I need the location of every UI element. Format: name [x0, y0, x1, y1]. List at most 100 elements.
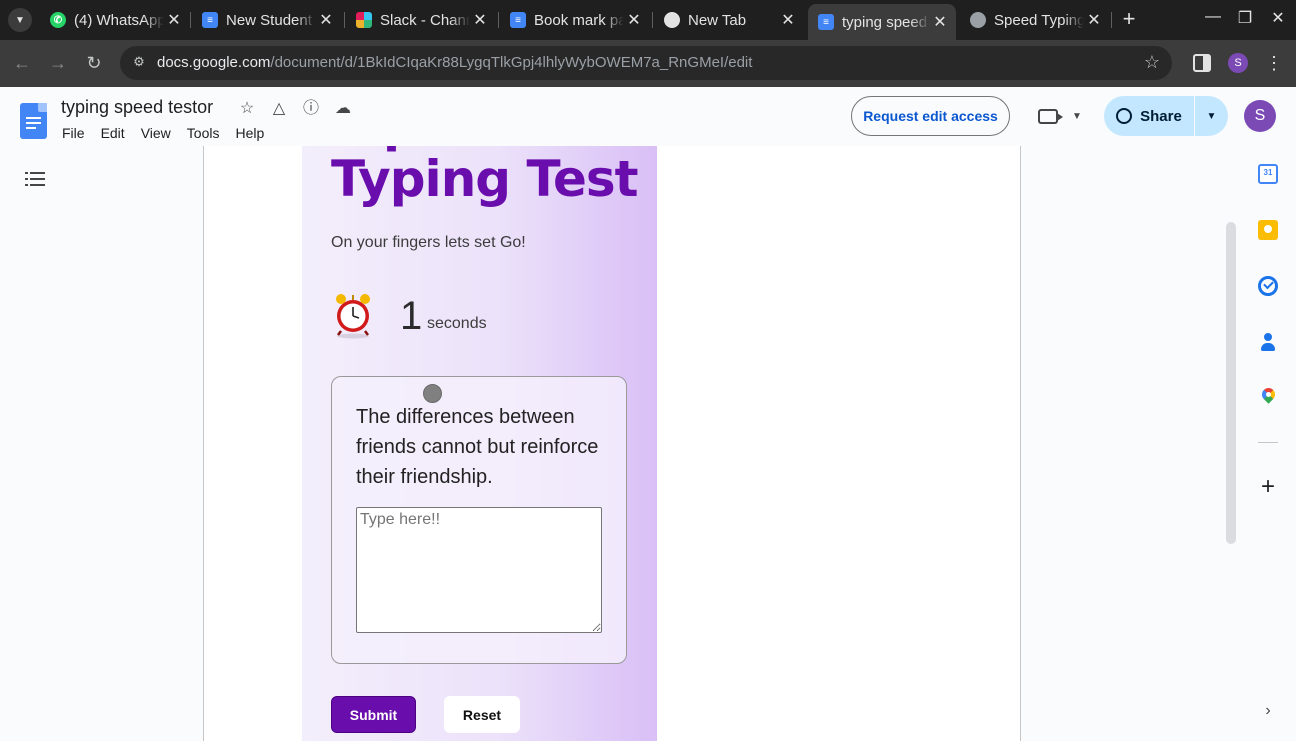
side-panel-icon[interactable]: [1193, 54, 1211, 72]
menu-file[interactable]: File: [54, 123, 93, 143]
close-icon[interactable]: ✕: [316, 10, 336, 30]
docs-icon: ≡: [510, 12, 526, 28]
forward-button[interactable]: →: [46, 51, 70, 75]
docs-logo-icon[interactable]: [20, 103, 47, 139]
cloud-status-icon[interactable]: ☁: [333, 99, 353, 119]
url-path: /document/d/1BkIdCIqaKr88LygqTlkGpj4lhly…: [270, 54, 753, 71]
tab-separator: [1111, 12, 1112, 28]
restore-icon: ❐: [1237, 10, 1253, 27]
kebab-menu-icon[interactable]: ⋮: [1264, 51, 1284, 75]
star-icon[interactable]: ☆: [237, 99, 257, 119]
timer-unit: seconds: [427, 315, 487, 332]
chrome-icon: [664, 12, 680, 28]
tab-title: typing speed testor: [842, 13, 930, 31]
quote-text: The differences between friends cannot b…: [356, 406, 599, 488]
whatsapp-icon: ✆: [50, 12, 66, 28]
tab-title: Slack - Channel: [380, 11, 470, 29]
browser-toolbar: ← → ↻ ⚙ docs.google.com/document/d/1BkId…: [0, 40, 1296, 87]
typing-input[interactable]: [356, 507, 602, 633]
timer-value: 1: [400, 294, 423, 338]
reload-icon: ↻: [86, 53, 102, 73]
close-icon[interactable]: ✕: [624, 10, 644, 30]
globe-icon: [1116, 108, 1133, 124]
tab-new-student[interactable]: ≡ New Student ✕: [192, 6, 342, 34]
tab-title: Book mark pages: [534, 11, 624, 29]
url-host: docs.google.com: [157, 54, 271, 71]
share-options-button[interactable]: ▼: [1195, 96, 1228, 136]
tab-separator: [498, 12, 499, 28]
typing-test-subtitle: On your fingers lets set Go!: [331, 234, 526, 251]
maps-icon[interactable]: [1258, 388, 1278, 408]
docs-header: typing speed testor ☆ △ ⓘ ☁ File Edit Vi…: [0, 87, 1296, 146]
tab-separator: [344, 12, 345, 28]
contacts-icon[interactable]: [1258, 332, 1278, 352]
document-outline-icon[interactable]: [25, 170, 45, 188]
bookmark-star-icon[interactable]: ☆: [1144, 52, 1160, 73]
caret-down-icon: ▼: [1206, 110, 1217, 122]
chevron-down-icon: ▼: [15, 14, 25, 26]
tab-whatsapp[interactable]: ✆ (4) WhatsApp ✕: [40, 6, 190, 34]
submit-button[interactable]: Submit: [331, 696, 416, 733]
tab-search-button[interactable]: ▼: [8, 8, 32, 32]
new-tab-button[interactable]: +: [1118, 8, 1140, 32]
minimize-icon: —: [1205, 8, 1221, 25]
minimize-button[interactable]: —: [1201, 8, 1225, 26]
close-icon[interactable]: ✕: [778, 10, 798, 30]
menu-edit[interactable]: Edit: [93, 123, 133, 143]
get-addons-plus-icon[interactable]: +: [1258, 475, 1278, 499]
tab-title: New Student: [226, 11, 312, 29]
quote-card: The differences between friends cannot b…: [331, 376, 627, 664]
close-icon[interactable]: ✕: [1084, 10, 1104, 30]
tab-separator: [652, 12, 653, 28]
typing-test-title: Typing Test: [331, 150, 639, 208]
move-to-drive-icon[interactable]: △: [269, 99, 289, 119]
side-panel-divider: [1258, 442, 1278, 443]
tasks-icon[interactable]: [1258, 276, 1278, 296]
tab-bookmark-pages[interactable]: ≡ Book mark pages ✕: [500, 6, 650, 34]
meet-button[interactable]: ▼: [1038, 104, 1088, 128]
close-window-button[interactable]: ✕: [1266, 8, 1290, 28]
share-button[interactable]: Share: [1104, 96, 1194, 136]
close-icon[interactable]: ✕: [470, 10, 490, 30]
account-avatar[interactable]: S: [1244, 100, 1276, 132]
arrow-right-icon: →: [49, 53, 67, 73]
address-bar[interactable]: ⚙ docs.google.com/document/d/1BkIdCIqaKr…: [120, 46, 1172, 80]
alarm-clock-icon: [336, 294, 370, 339]
request-edit-access-button[interactable]: Request edit access: [851, 96, 1010, 136]
details-info-icon[interactable]: ⓘ: [301, 99, 321, 119]
tab-separator: [190, 12, 191, 28]
keep-icon[interactable]: [1258, 220, 1278, 240]
tab-title: New Tab: [688, 11, 747, 29]
back-button[interactable]: ←: [10, 51, 34, 75]
close-icon[interactable]: ✕: [930, 12, 950, 32]
share-label: Share: [1140, 107, 1182, 125]
close-icon: ✕: [1271, 10, 1285, 27]
tab-new-tab[interactable]: New Tab ✕: [654, 6, 804, 34]
vertical-scrollbar[interactable]: [1226, 222, 1236, 544]
tab-slack[interactable]: Slack - Channel ✕: [346, 6, 496, 34]
reset-button[interactable]: Reset: [444, 696, 520, 733]
tab-title: Speed Typing: [994, 11, 1084, 29]
menu-bar: File Edit View Tools Help: [54, 123, 272, 143]
tab-speed-typing[interactable]: Speed Typing ✕: [960, 6, 1110, 34]
plus-icon: +: [1122, 6, 1136, 31]
menu-view[interactable]: View: [133, 123, 179, 143]
video-camera-icon: [1038, 108, 1063, 124]
document-title[interactable]: typing speed testor: [61, 97, 213, 118]
site-info-icon[interactable]: ⚙: [130, 54, 148, 72]
calendar-icon[interactable]: 31: [1258, 164, 1278, 184]
close-icon[interactable]: ✕: [164, 10, 184, 30]
menu-help[interactable]: Help: [227, 123, 272, 143]
typing-test-embed: · Typing Test On your fingers lets set G…: [302, 146, 657, 741]
maximize-button[interactable]: ❐: [1233, 8, 1257, 28]
reload-button[interactable]: ↻: [82, 51, 106, 75]
touch-cursor-indicator: [423, 384, 442, 403]
docs-icon: ≡: [202, 12, 218, 28]
tab-typing-speed-testor[interactable]: ≡ typing speed testor ✕: [808, 4, 956, 40]
caret-down-icon: ▼: [1072, 110, 1082, 122]
profile-avatar[interactable]: S: [1228, 53, 1248, 73]
menu-tools[interactable]: Tools: [179, 123, 228, 143]
chevron-right-icon[interactable]: ›: [1258, 702, 1278, 720]
url-text[interactable]: docs.google.com/document/d/1BkIdCIqaKr88…: [157, 54, 752, 71]
slack-icon: [356, 12, 372, 28]
